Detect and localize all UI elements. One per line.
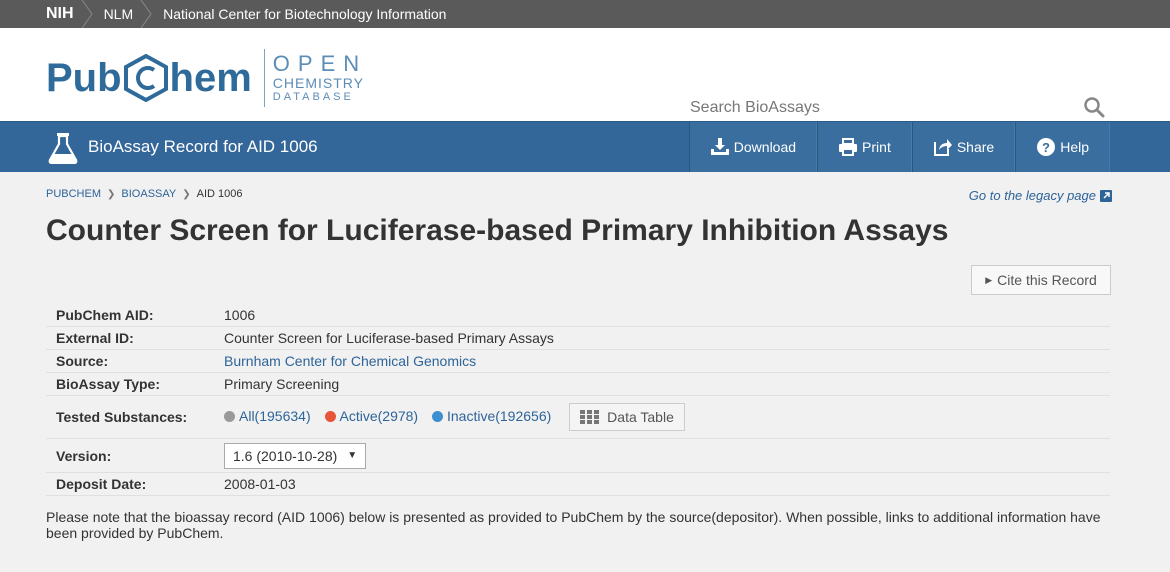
- search-bar: [687, 94, 1111, 124]
- summary-row-source: Source: Burnham Center for Chemical Geno…: [46, 349, 1110, 373]
- type-value: Primary Screening: [224, 372, 1110, 396]
- breadcrumb-bioassay[interactable]: BIOASSAY: [121, 188, 176, 200]
- caret-down-icon: ▼: [347, 450, 358, 461]
- summary-row-type: BioAssay Type: Primary Screening: [46, 372, 1110, 396]
- grid-icon: [580, 410, 600, 424]
- help-button[interactable]: ? Help: [1015, 122, 1110, 172]
- logo-hem-text: hem: [169, 56, 252, 100]
- caret-right-icon: ▶: [985, 274, 993, 285]
- version-select[interactable]: 1.6 (2010-10-28) ▼: [224, 442, 367, 469]
- download-icon: [710, 138, 729, 155]
- logo-divider: [263, 49, 265, 107]
- print-icon: [839, 138, 858, 156]
- tested-active-link[interactable]: Active(2978): [324, 408, 422, 424]
- download-button[interactable]: Download: [688, 122, 818, 172]
- blue-dot-icon: [431, 410, 443, 422]
- search-icon[interactable]: [1083, 96, 1105, 118]
- nih-crumb-ncbi[interactable]: National Center for Biotechnology Inform…: [151, 0, 464, 28]
- share-icon: [933, 139, 952, 156]
- nih-crumb-nlm[interactable]: NLM: [92, 0, 152, 28]
- nih-crumb-nih[interactable]: NIH: [34, 0, 93, 28]
- logo-tagline: OPEN CHEMISTRY DATABASE: [272, 51, 368, 104]
- external-id-value: Counter Screen for Luciferase-based Prim…: [224, 326, 1110, 350]
- source-link[interactable]: Burnham Center for Chemical Genomics: [224, 353, 476, 369]
- breadcrumb: PUBCHEM ❯ BIOASSAY ❯ AID 1006: [46, 188, 243, 200]
- summary-row-aid: PubChem AID: 1006: [46, 304, 1110, 327]
- source-label: Source:: [46, 349, 224, 373]
- tested-inactive-link[interactable]: Inactive(192656): [431, 408, 555, 424]
- print-button[interactable]: Print: [817, 122, 912, 172]
- tested-label: Tested Substances:: [46, 395, 224, 439]
- tested-all-link[interactable]: All(195634): [224, 408, 315, 424]
- breadcrumb-current: AID 1006: [196, 188, 243, 200]
- summary-row-deposit: Deposit Date: 2008-01-03: [46, 472, 1110, 496]
- deposit-value: 2008-01-03: [224, 472, 1110, 496]
- deposit-label: Deposit Date:: [46, 472, 224, 496]
- page-title: Counter Screen for Luciferase-based Prim…: [46, 214, 949, 247]
- external-link-icon: [1100, 189, 1112, 202]
- nih-bar: NIH NLM National Center for Biotechnolog…: [0, 0, 1170, 28]
- logo-pub-text: Pub: [46, 56, 122, 100]
- data-table-button[interactable]: Data Table: [569, 403, 685, 431]
- summary-row-tested: Tested Substances: All(195634) Active(29…: [46, 395, 1110, 439]
- chevron-right-icon: ❯: [182, 188, 191, 200]
- toolbar-actions: Download Print Share ? Help: [688, 122, 1110, 172]
- help-icon: ?: [1037, 138, 1056, 156]
- version-label: Version:: [46, 438, 224, 473]
- record-summary-table: PubChem AID: 1006 External ID: Counter S…: [46, 304, 1110, 496]
- record-toolbar: BioAssay Record for AID 1006 Download Pr…: [0, 121, 1170, 172]
- record-title: BioAssay Record for AID 1006: [88, 137, 318, 156]
- pubchem-logo[interactable]: Pub hem OPEN CHEMISTRY DATABASE: [46, 48, 367, 108]
- breadcrumb-pubchem[interactable]: PUBCHEM: [46, 188, 101, 200]
- type-label: BioAssay Type:: [46, 372, 224, 396]
- aid-value: 1006: [224, 304, 1110, 327]
- summary-row-external-id: External ID: Counter Screen for Lucifera…: [46, 326, 1110, 350]
- flask-icon: [48, 133, 78, 164]
- legacy-page-link[interactable]: Go to the legacy page: [969, 188, 1112, 203]
- svg-text:?: ?: [1042, 140, 1050, 155]
- summary-row-version: Version: 1.6 (2010-10-28) ▼: [46, 438, 1110, 473]
- red-dot-icon: [324, 410, 336, 422]
- aid-label: PubChem AID:: [46, 304, 224, 327]
- search-input[interactable]: [687, 99, 1070, 117]
- cite-record-button[interactable]: ▶ Cite this Record: [971, 265, 1111, 295]
- record-note: Please note that the bioassay record (AI…: [46, 509, 1101, 541]
- share-button[interactable]: Share: [911, 122, 1016, 172]
- chevron-right-icon: ❯: [107, 188, 116, 200]
- gray-dot-icon: [224, 410, 235, 422]
- external-id-label: External ID:: [46, 326, 224, 350]
- site-header: Pub hem OPEN CHEMISTRY DATABASE: [0, 28, 1170, 124]
- hexagon-c-icon: [123, 54, 168, 102]
